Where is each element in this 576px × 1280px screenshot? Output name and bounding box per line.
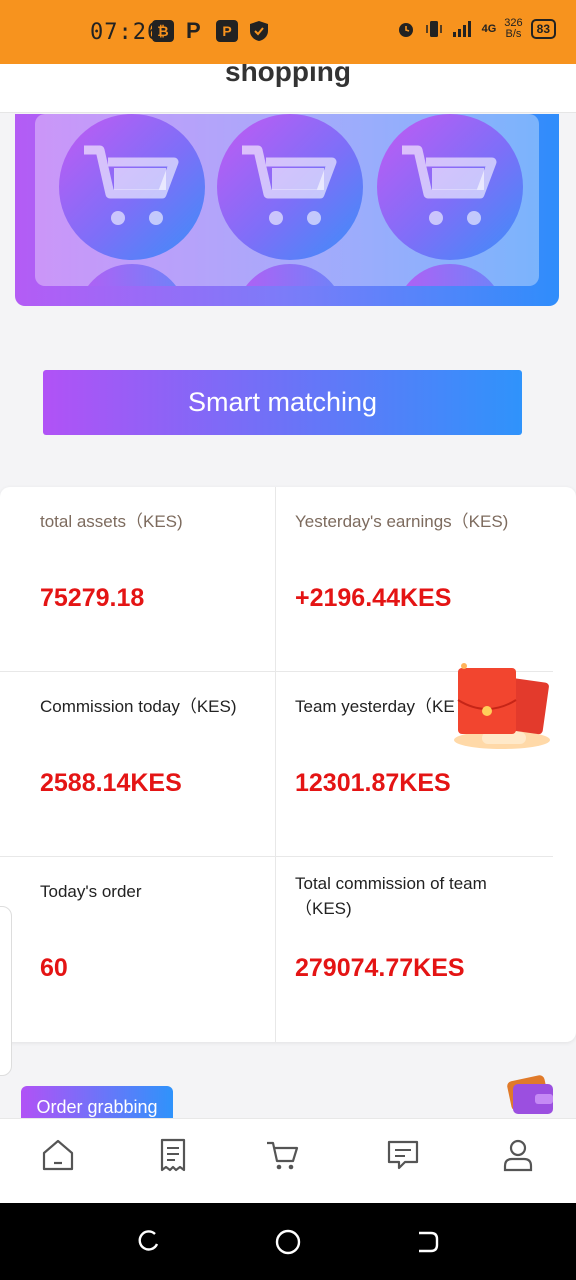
stat-value: +2196.44KES [295,584,452,612]
page-title: shopping [225,64,351,87]
stat-yesterday-earnings: Yesterday's earnings（KES) +2196.44KES [255,487,531,672]
alarm-icon [398,23,413,37]
stat-label: Commission today（KES) [40,697,237,716]
stat-value: 279074.77KES [295,954,465,982]
status-bar: 07:26 ₿ P P 4G 326 B/s 83 [0,0,576,64]
pdf-app-icon: P [216,20,238,42]
stat-total-assets: total assets（KES) 75279.18 [0,487,276,672]
banner-slot [370,114,530,286]
back-icon[interactable] [415,1229,441,1255]
cart-icon[interactable] [265,1137,301,1173]
order-grabbing-button[interactable]: Order grabbing [21,1086,173,1118]
stat-value: 60 [40,954,68,982]
banner-slot [210,114,370,286]
network-speed: 326 B/s [504,17,523,40]
battery-indicator: 83 [530,19,556,39]
orders-icon[interactable] [155,1137,191,1173]
bitcoin-app-icon: ₿ [152,20,174,42]
network-type: 4G [481,22,497,35]
stat-todays-order: Today's order 60 [0,857,276,1042]
shopping-banner [15,114,559,306]
stat-team-commission: Total commission of team （KES) 279074.77… [255,857,531,1042]
stat-label: Total commission of team （KES) [295,874,487,918]
status-right: 4G 326 B/s 83 [396,18,556,40]
banner-window [35,114,539,286]
stat-label: Yesterday's earnings（KES) [295,512,509,531]
system-nav-bar [0,1203,576,1280]
profile-icon[interactable] [500,1137,536,1173]
stat-value: 75279.18 [40,584,145,612]
bottom-nav [0,1118,576,1204]
stat-label: Today's order [40,882,142,901]
status-time: 07:26 [90,20,162,45]
vibrate-icon [425,21,442,37]
messages-icon[interactable] [385,1137,421,1173]
stat-commission-today: Commission today（KES) 2588.14KES [0,672,276,857]
home-icon[interactable] [40,1137,76,1173]
page-header: shopping [0,64,576,113]
stat-label: total assets（KES) [40,512,183,531]
stat-value: 2588.14KES [40,769,182,797]
stats-card: total assets（KES) 75279.18 Yesterday's e… [0,487,576,1042]
stat-value: 12301.87KES [295,769,451,797]
banner-slot [52,114,212,286]
recent-apps-icon[interactable] [135,1229,161,1255]
signal-icon [452,21,471,37]
shopping-cart-icon [242,145,337,225]
shopping-cart-icon [84,145,179,225]
home-button-icon[interactable] [275,1229,301,1255]
left-side-tab[interactable] [0,906,12,1076]
shield-icon [250,21,268,41]
smart-matching-button[interactable]: Smart matching [43,370,522,435]
shopping-cart-icon [402,145,497,225]
red-envelope-icon[interactable] [452,660,556,752]
wallet-icon[interactable] [505,1070,555,1116]
p-app-icon: P [186,18,201,43]
